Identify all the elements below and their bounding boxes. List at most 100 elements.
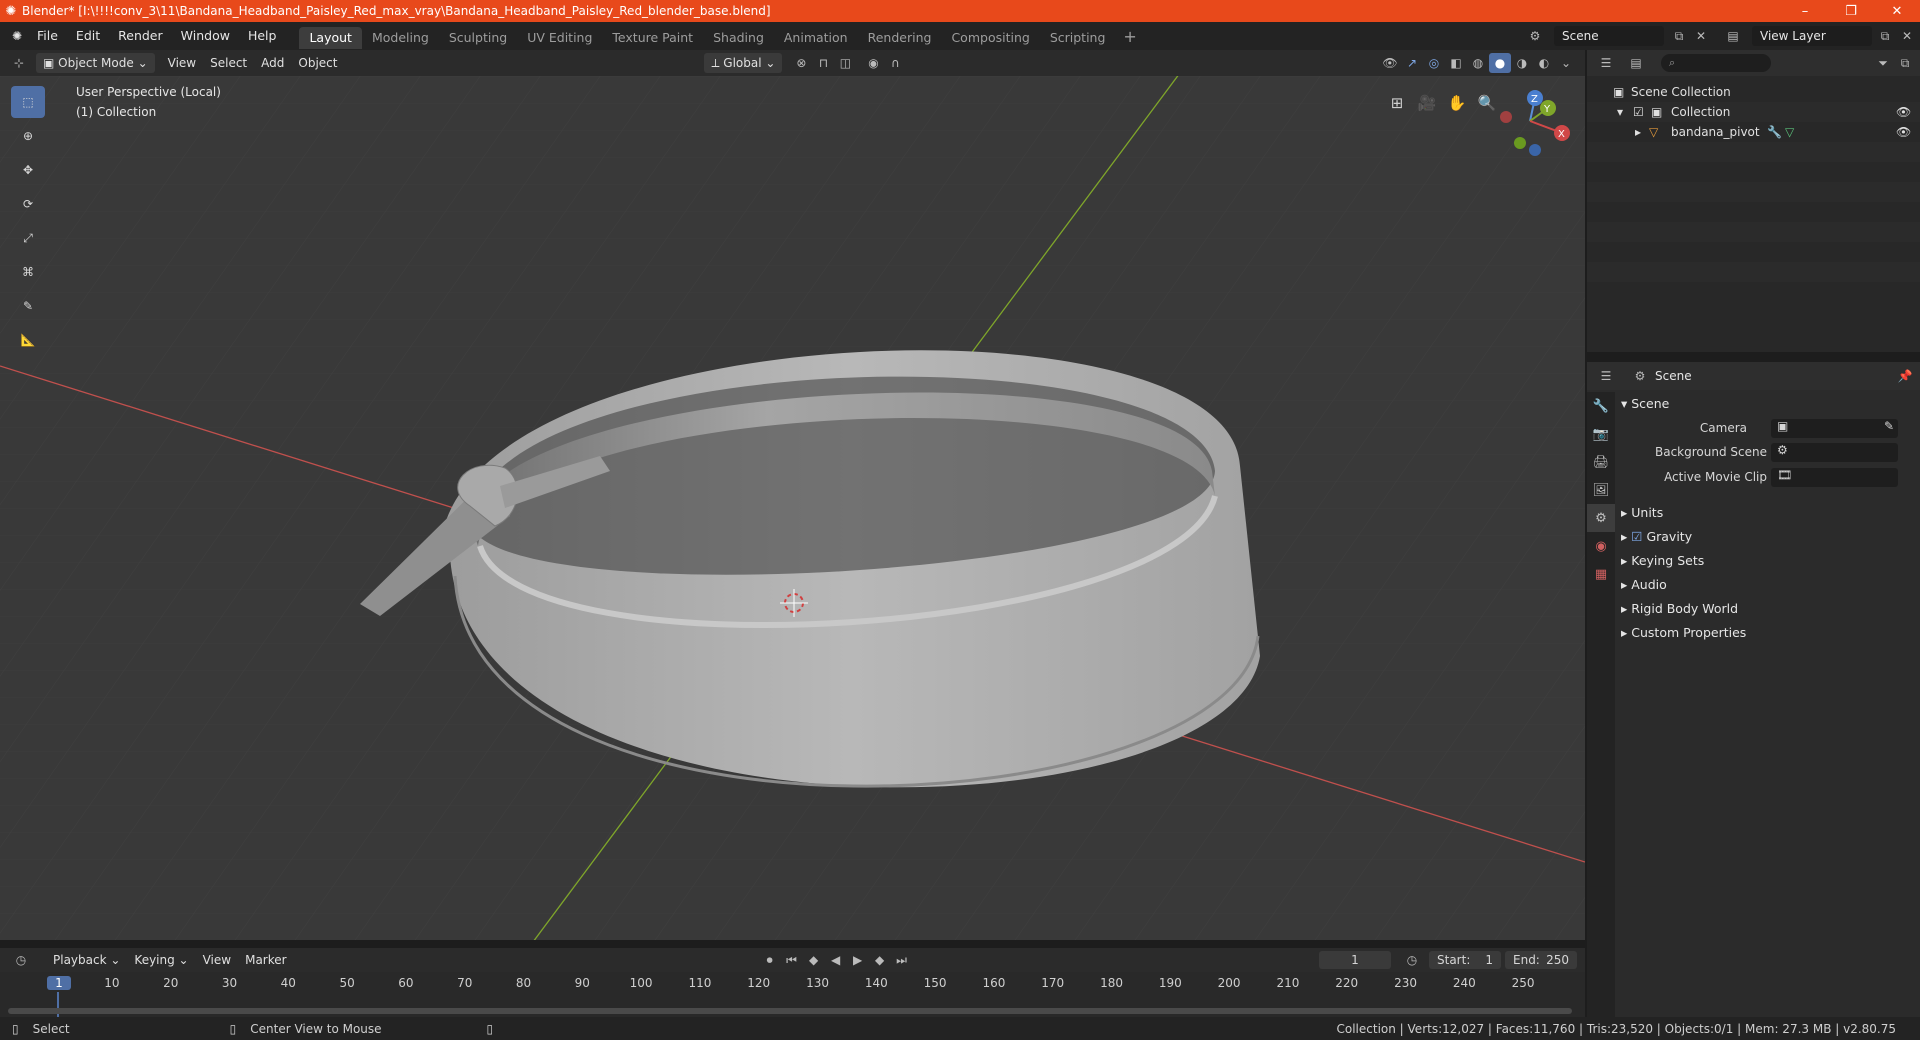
- rendered-shading-icon[interactable]: ◐: [1533, 53, 1555, 73]
- world-tab-icon[interactable]: ◉: [1587, 532, 1615, 560]
- gravity-section[interactable]: ▸ ☑ Gravity: [1621, 529, 1692, 544]
- annotate-tool-icon[interactable]: ✎: [11, 290, 45, 322]
- menu-add[interactable]: Add: [254, 53, 291, 73]
- tab-texture-paint[interactable]: Texture Paint: [602, 27, 703, 49]
- timeline-scrollbar[interactable]: [8, 1008, 1572, 1014]
- pan-hand-icon[interactable]: ✋: [1442, 88, 1472, 118]
- active-movie-clip-field[interactable]: 🎞: [1771, 468, 1898, 487]
- rotate-tool-icon[interactable]: ⟳: [11, 188, 45, 220]
- pin-icon[interactable]: 📌: [1894, 366, 1916, 386]
- 3d-viewport[interactable]: Z Y X User Perspective (Local) (1) Colle…: [0, 76, 1585, 940]
- expand-arrow-icon[interactable]: ▸: [1635, 122, 1641, 142]
- delete-scene-icon[interactable]: ✕: [1690, 26, 1712, 46]
- audio-section[interactable]: ▸ Audio: [1621, 577, 1667, 592]
- display-mode-icon[interactable]: ▤: [1625, 53, 1647, 73]
- outliner-editor-type-icon[interactable]: ☰: [1595, 53, 1617, 73]
- tab-sculpting[interactable]: Sculpting: [439, 27, 517, 49]
- xray-icon[interactable]: ◧: [1445, 53, 1467, 73]
- maximize-button[interactable]: ❐: [1828, 4, 1874, 19]
- new-collection-icon[interactable]: ⧉: [1894, 53, 1916, 73]
- add-workspace-button[interactable]: +: [1115, 27, 1144, 46]
- menu-timeline-view[interactable]: View: [196, 950, 238, 970]
- camera-view-icon[interactable]: 🎥: [1412, 88, 1442, 118]
- pivot-point-icon[interactable]: ⊗: [790, 53, 812, 73]
- prev-keyframe-icon[interactable]: ◆: [803, 950, 825, 970]
- transform-orientation-dropdown[interactable]: ⟂ Global ⌄: [704, 53, 783, 73]
- timeline-editor-type-icon[interactable]: ◷: [10, 950, 32, 970]
- falloff-icon[interactable]: ∩: [884, 53, 906, 73]
- mode-dropdown[interactable]: ▣ Object Mode ⌄: [36, 53, 155, 73]
- measure-tool-icon[interactable]: 📐: [11, 324, 45, 356]
- units-section[interactable]: ▸ Units: [1621, 505, 1663, 520]
- end-frame-field[interactable]: End: 250: [1505, 951, 1577, 969]
- tab-scripting[interactable]: Scripting: [1040, 27, 1116, 49]
- view-layer-field[interactable]: View Layer: [1752, 26, 1872, 46]
- menu-object[interactable]: Object: [291, 53, 344, 73]
- view-layer-tab-icon[interactable]: 🖼: [1587, 476, 1615, 504]
- new-view-layer-icon[interactable]: ⧉: [1874, 26, 1896, 46]
- output-tab-icon[interactable]: 🖨: [1587, 448, 1615, 476]
- select-box-tool-icon[interactable]: ⬚: [11, 86, 45, 118]
- jump-start-icon[interactable]: ⏮: [781, 950, 803, 970]
- outliner-search-input[interactable]: ⌕: [1661, 54, 1771, 72]
- menu-playback[interactable]: Playback ⌄: [46, 950, 127, 970]
- transform-tool-icon[interactable]: ⌘: [11, 256, 45, 288]
- record-icon[interactable]: ⏺: [759, 950, 781, 970]
- menu-keying[interactable]: Keying ⌄: [127, 950, 195, 970]
- eye-icon[interactable]: 👁: [1896, 102, 1911, 122]
- tab-animation[interactable]: Animation: [774, 27, 858, 49]
- camera-field[interactable]: ▣ ✎: [1771, 419, 1898, 438]
- play-reverse-icon[interactable]: ◀: [825, 950, 847, 970]
- menu-view[interactable]: View: [161, 53, 203, 73]
- expand-arrow-icon[interactable]: ▾: [1617, 102, 1623, 122]
- menu-file[interactable]: File: [28, 22, 67, 50]
- preview-range-icon[interactable]: ◷: [1401, 950, 1423, 970]
- custom-properties-section[interactable]: ▸ Custom Properties: [1621, 625, 1746, 640]
- snap-icon[interactable]: ⊓: [812, 53, 834, 73]
- eyedropper-icon[interactable]: ✎: [1884, 419, 1894, 433]
- menu-edit[interactable]: Edit: [67, 22, 109, 50]
- menu-help[interactable]: Help: [239, 22, 286, 50]
- start-frame-field[interactable]: Start: 1: [1429, 951, 1501, 969]
- tab-compositing[interactable]: Compositing: [941, 27, 1039, 49]
- next-keyframe-icon[interactable]: ◆: [869, 950, 891, 970]
- shading-options-icon[interactable]: ⌄: [1555, 53, 1577, 73]
- tab-uv-editing[interactable]: UV Editing: [517, 27, 602, 49]
- toggle-camera-grid-icon[interactable]: ⊞: [1382, 88, 1412, 118]
- material-shading-icon[interactable]: ◑: [1511, 53, 1533, 73]
- view-layer-icon[interactable]: ▤: [1722, 26, 1744, 46]
- keying-sets-section[interactable]: ▸ Keying Sets: [1621, 553, 1704, 568]
- filter-icon[interactable]: ⏷: [1872, 53, 1894, 73]
- scale-tool-icon[interactable]: ⤢: [11, 222, 45, 254]
- gizmo-toggle-icon[interactable]: ↗: [1401, 53, 1423, 73]
- background-scene-field[interactable]: ⚙: [1771, 443, 1898, 462]
- current-frame-indicator[interactable]: 1: [47, 976, 71, 990]
- tool-tab-icon[interactable]: 🔧: [1587, 392, 1615, 420]
- eye-icon[interactable]: 👁: [1896, 122, 1911, 142]
- scene-icon[interactable]: ⚙: [1524, 26, 1546, 46]
- gravity-checkbox[interactable]: ☑: [1631, 529, 1646, 544]
- editor-type-icon[interactable]: ⊹: [8, 53, 30, 73]
- gizmo-neg-y[interactable]: [1514, 137, 1526, 149]
- outliner-row-object[interactable]: ▸ ▽ bandana_pivot 🔧 ▽ 👁: [1587, 122, 1920, 142]
- wireframe-shading-icon[interactable]: ◍: [1467, 53, 1489, 73]
- menu-select[interactable]: Select: [203, 53, 254, 73]
- solid-shading-icon[interactable]: ●: [1489, 53, 1511, 73]
- tab-shading[interactable]: Shading: [703, 27, 774, 49]
- new-scene-icon[interactable]: ⧉: [1668, 26, 1690, 46]
- delete-view-layer-icon[interactable]: ✕: [1896, 26, 1918, 46]
- timeline-area[interactable]: 1 10 20 30 40 50 60 70 80 90 100 110 120 130 140 150 160…: [0, 972, 1585, 1020]
- scene-tab-icon[interactable]: ⚙: [1587, 504, 1615, 532]
- playhead-line[interactable]: [57, 992, 59, 1020]
- menu-window[interactable]: Window: [172, 22, 239, 50]
- menu-marker[interactable]: Marker: [238, 950, 293, 970]
- tab-modeling[interactable]: Modeling: [362, 27, 439, 49]
- rigid-body-world-section[interactable]: ▸ Rigid Body World: [1621, 601, 1738, 616]
- gizmo-neg-z[interactable]: [1529, 144, 1541, 156]
- visibility-icon[interactable]: 👁: [1379, 53, 1401, 73]
- proportional-edit-icon[interactable]: ◉: [862, 53, 884, 73]
- move-tool-icon[interactable]: ✥: [11, 154, 45, 186]
- snap-target-icon[interactable]: ◫: [834, 53, 856, 73]
- overlay-toggle-icon[interactable]: ◎: [1423, 53, 1445, 73]
- jump-end-icon[interactable]: ⏭: [891, 950, 913, 970]
